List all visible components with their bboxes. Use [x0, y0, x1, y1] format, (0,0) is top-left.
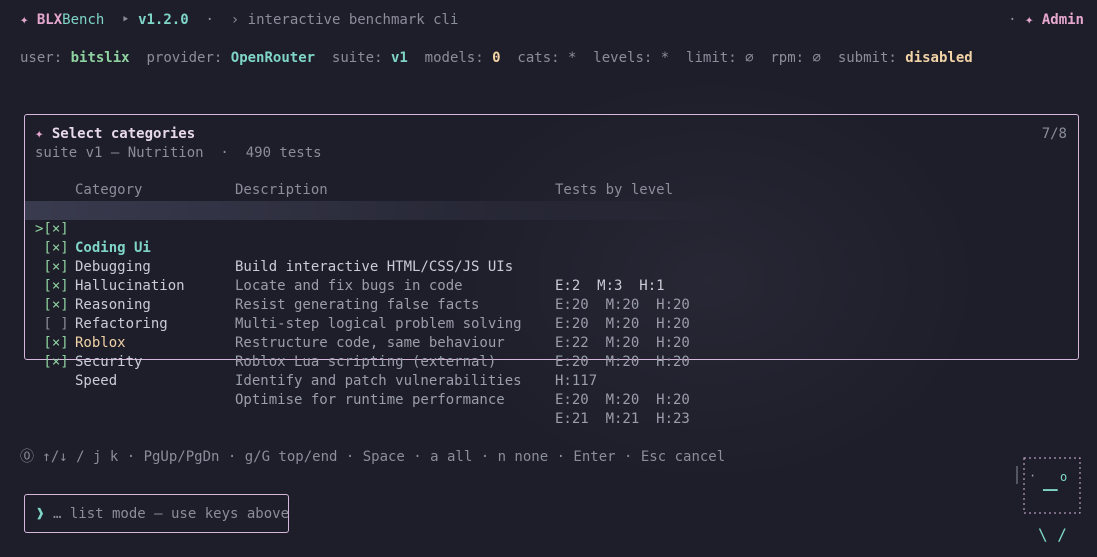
cats-label: cats:	[517, 50, 560, 66]
mascot-o: o	[1060, 470, 1067, 484]
category-name: Security	[75, 354, 143, 370]
category-name: Speed	[75, 373, 118, 389]
star-icon: ✦	[20, 12, 29, 28]
separator: ·	[205, 12, 214, 28]
provider-value: OpenRouter	[230, 50, 316, 66]
star-icon: ✦	[1024, 12, 1034, 28]
provider-label: provider:	[146, 50, 223, 66]
user-label: user:	[20, 50, 63, 66]
mascot-mouth: ▁▁	[1042, 477, 1058, 491]
mascot-legs: \ /	[1038, 525, 1067, 544]
submit-value: disabled	[905, 50, 973, 66]
panel-subtitle: suite v1 — Nutrition · 490 tests	[35, 145, 322, 161]
category-select-panel: ✦ Select categories 7/8 suite v1 — Nutri…	[24, 114, 1079, 427]
category-description: Identify and patch vulnerabilities	[235, 373, 522, 389]
key-hints: ⓪ ↑/↓ / j k · PgUp/PgDn · g/G top/end · …	[20, 449, 726, 465]
models-label: models:	[424, 50, 484, 66]
panel-title: ✦ Select categories	[35, 125, 195, 144]
category-levels: E:21 M:21 H:23	[555, 411, 690, 427]
mascot-eye: ·	[1029, 469, 1036, 483]
checkbox[interactable]: [×]	[35, 353, 68, 372]
column-header-description: Description	[235, 182, 328, 198]
prompt-caret-icon: ❱	[36, 506, 45, 522]
category-row-coding-ui[interactable]: >[×] Coding Ui Build interactive HTML/CS…	[25, 201, 1078, 294]
admin-label: Admin	[1041, 12, 1084, 28]
suite-value: v1	[390, 50, 408, 66]
submit-label: submit:	[837, 50, 897, 66]
app-name-prefix: BLX	[36, 12, 63, 28]
app-version: v1.2.0	[138, 12, 189, 28]
chevron-icon: ›	[230, 12, 240, 28]
table-header: Category Description Tests by level	[25, 182, 1078, 201]
robot-mascot-icon: · ▁▁ o \ /	[1016, 457, 1081, 544]
category-row-debugging[interactable]: [×] Debugging Locate and fix bugs in cod…	[25, 220, 1078, 313]
user-value: bitslix	[70, 50, 130, 66]
levels-label: levels:	[593, 50, 653, 66]
star-icon: ✦	[35, 126, 44, 142]
category-row-security[interactable]: [×] Security Identify and patch vulnerab…	[25, 315, 1078, 408]
category-row-refactoring[interactable]: [×] Refactoring Restructure code, same b…	[25, 277, 1078, 370]
levels-value: *	[660, 50, 670, 66]
category-levels: E:20 M:20 H:20	[555, 392, 690, 408]
rpm-value: ∅	[812, 50, 821, 66]
category-description: Roblox Lua scripting (external)	[235, 354, 497, 370]
arrow-icon: ‣	[121, 12, 130, 28]
selection-count: 7/8	[1041, 126, 1067, 142]
app-header: ✦ BLXBench ‣ v1.2.0 · › interactive benc…	[20, 11, 458, 30]
category-row-reasoning[interactable]: [×] Reasoning Multi-step logical problem…	[25, 258, 1078, 351]
category-row-hallucination[interactable]: [×] Hallucination Resist generating fals…	[25, 239, 1078, 332]
limit-value: ∅	[745, 50, 754, 66]
category-levels: H:117	[555, 373, 598, 389]
separator: ·	[1008, 12, 1017, 28]
category-description: Optimise for runtime performance	[235, 392, 505, 408]
category-row-speed[interactable]: [×] Speed Optimise for runtime performan…	[25, 334, 1078, 427]
app-tagline: interactive benchmark cli	[247, 12, 459, 28]
models-value: 0	[492, 50, 501, 66]
cats-value: *	[568, 50, 577, 66]
panel-title-text: Select categories	[51, 126, 196, 142]
input-placeholder: … list mode — use keys above	[53, 506, 290, 522]
limit-label: limit:	[686, 50, 737, 66]
admin-badge: · ✦ Admin	[1008, 11, 1084, 30]
category-levels: E:20 M:20 H:20	[555, 354, 690, 370]
status-bar: user: bitslix provider: OpenRouter suite…	[20, 49, 973, 68]
rpm-label: rpm:	[770, 50, 805, 66]
app-name-suffix: Bench	[62, 12, 105, 28]
command-input[interactable]: ❱ … list mode — use keys above	[24, 494, 289, 533]
column-header-category: Category	[75, 182, 143, 198]
column-header-levels: Tests by level	[555, 182, 674, 198]
suite-label: suite:	[331, 50, 383, 66]
category-row-roblox[interactable]: [ ] Roblox Roblox Lua scripting (externa…	[25, 296, 1078, 389]
